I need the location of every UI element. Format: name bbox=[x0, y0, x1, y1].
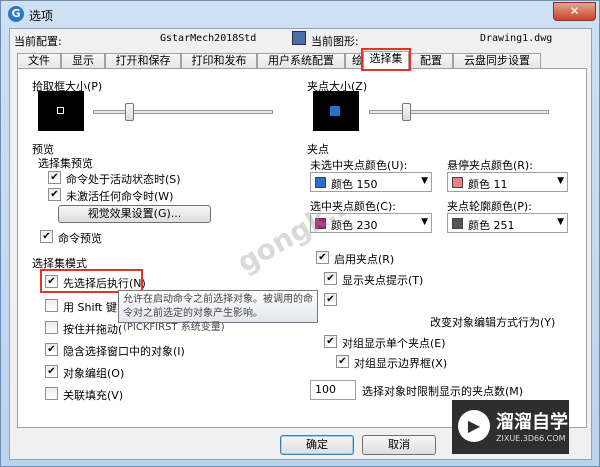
current-drawing-value: Drawing1.dwg bbox=[480, 33, 553, 44]
hover-color-select[interactable]: 颜色 11 ▼ bbox=[447, 172, 568, 192]
grip-tips-checkbox[interactable]: ✔ bbox=[324, 272, 337, 285]
shift-add-checkbox[interactable] bbox=[45, 299, 58, 312]
single-grip-group-label: 对组显示单个夹点(E) bbox=[342, 337, 446, 350]
grips-group-label: 夹点 bbox=[307, 143, 329, 156]
ok-button[interactable]: 确定 bbox=[280, 435, 354, 455]
tab-cloud-sync[interactable]: 云盘同步设置 bbox=[453, 53, 541, 69]
dynamic-grip-menu-label: 改变对象编辑方式行为(Y) bbox=[430, 316, 556, 329]
implied-window-label: 隐含选择窗口中的对象(I) bbox=[63, 345, 185, 358]
object-group-checkbox[interactable]: ✔ bbox=[45, 365, 58, 378]
play-icon: ▶ bbox=[458, 410, 490, 442]
group-bbox-checkbox[interactable]: ✔ bbox=[336, 355, 349, 368]
app-icon: G bbox=[8, 6, 24, 22]
assoc-hatch-checkbox[interactable] bbox=[45, 387, 58, 400]
window-title: 选项 bbox=[29, 9, 54, 23]
pickfirst-tooltip: 允许在启动命令之前选择对象。被调用的命令对之前选定的对象产生影响。(PICKFI… bbox=[118, 290, 318, 333]
enable-grips-label: 启用夹点(R) bbox=[334, 253, 395, 266]
contour-color-select[interactable]: 颜色 251 ▼ bbox=[447, 213, 568, 233]
enable-grips-checkbox[interactable]: ✔ bbox=[316, 251, 329, 264]
close-button[interactable]: ✕ bbox=[553, 2, 596, 21]
tab-profiles[interactable]: 配置 bbox=[409, 53, 453, 69]
tab-user-preferences[interactable]: 用户系统配置 bbox=[257, 53, 345, 69]
pickbox-slider-track bbox=[93, 110, 273, 114]
grip-limit-label: 选择对象时限制显示的夹点数(M) bbox=[362, 385, 524, 398]
single-grip-group-checkbox[interactable]: ✔ bbox=[324, 335, 337, 348]
tab-display[interactable]: 显示 bbox=[61, 53, 105, 69]
current-drawing-label: 当前图形: bbox=[311, 35, 359, 48]
unselected-color-swatch bbox=[315, 177, 326, 188]
hover-color-label: 悬停夹点颜色(R): bbox=[447, 159, 533, 172]
grip-slider-track bbox=[369, 110, 549, 114]
current-profile-value: GstarMech2018Std bbox=[160, 33, 257, 44]
object-group-label: 对象编组(O) bbox=[63, 367, 125, 380]
group-bbox-label: 对组显示边界框(X) bbox=[354, 357, 448, 370]
chevron-down-icon: ▼ bbox=[421, 217, 428, 227]
no-cmd-label: 未激活任何命令时(W) bbox=[66, 190, 174, 203]
tab-files[interactable]: 文件 bbox=[17, 53, 61, 69]
active-cmd-label: 命令处于活动状态时(S) bbox=[66, 173, 181, 186]
logo-subtitle: ZIXUE.3D66.COM bbox=[496, 434, 566, 443]
logo-name: 溜溜自学 bbox=[496, 412, 568, 433]
contour-color-label: 夹点轮廓颜色(P): bbox=[447, 200, 532, 213]
visual-effects-button[interactable]: 视觉效果设置(G)... bbox=[58, 205, 211, 223]
unselected-color-label: 未选中夹点颜色(U): bbox=[310, 159, 408, 172]
active-tab-highlight bbox=[361, 48, 411, 71]
press-drag-label: 按住并拖动( bbox=[63, 323, 123, 336]
chevron-down-icon: ▼ bbox=[557, 217, 564, 227]
options-dialog: G 选项 ✕ 当前配置: GstarMech2018Std 当前图形: Draw… bbox=[0, 0, 600, 467]
cancel-button[interactable]: 取消 bbox=[362, 435, 436, 455]
implied-window-checkbox[interactable]: ✔ bbox=[45, 343, 58, 356]
tab-open-save[interactable]: 打开和保存 bbox=[105, 53, 181, 69]
grip-tips-label: 显示夹点提示(T) bbox=[342, 274, 424, 287]
grip-preview bbox=[313, 91, 359, 131]
press-drag-checkbox[interactable] bbox=[45, 321, 58, 334]
active-cmd-checkbox[interactable]: ✔ bbox=[48, 171, 61, 184]
pickbox-square bbox=[57, 107, 64, 114]
unselected-color-select[interactable]: 颜色 150 ▼ bbox=[310, 172, 432, 192]
chevron-down-icon: ▼ bbox=[557, 176, 564, 186]
contour-color-swatch bbox=[452, 218, 463, 229]
grip-limit-input[interactable]: 100 bbox=[310, 380, 356, 400]
current-profile-label: 当前配置: bbox=[14, 35, 62, 48]
chevron-down-icon: ▼ bbox=[421, 176, 428, 186]
pickbox-preview bbox=[38, 91, 84, 131]
contour-color-value: 颜色 251 bbox=[468, 219, 515, 232]
assoc-hatch-label: 关联填充(V) bbox=[63, 389, 124, 402]
hover-color-value: 颜色 11 bbox=[468, 178, 508, 191]
hover-color-swatch bbox=[452, 177, 463, 188]
pickbox-slider-thumb[interactable] bbox=[125, 103, 134, 121]
no-cmd-checkbox[interactable]: ✔ bbox=[48, 188, 61, 201]
grip-slider-thumb[interactable] bbox=[402, 103, 411, 121]
selection-preview-label: 选择集预览 bbox=[38, 157, 93, 170]
site-logo: ▶ 溜溜自学 ZIXUE.3D66.COM bbox=[452, 400, 569, 454]
drawing-icon bbox=[292, 31, 306, 45]
grip-menu-checkbox[interactable]: ✔ bbox=[324, 293, 337, 306]
cmd-preview-label: 命令预览 bbox=[58, 232, 102, 245]
tab-strip: 文件 显示 打开和保存 打印和发布 用户系统配置 绘图 选择集 配置 云盘同步设… bbox=[17, 48, 587, 71]
cmd-preview-checkbox[interactable]: ✔ bbox=[40, 230, 53, 243]
shift-add-label: 用 Shift 键 bbox=[63, 301, 117, 314]
grip-square bbox=[330, 106, 340, 116]
tab-plot-publish[interactable]: 打印和发布 bbox=[181, 53, 257, 69]
title-bar: G 选项 ✕ bbox=[1, 1, 599, 27]
